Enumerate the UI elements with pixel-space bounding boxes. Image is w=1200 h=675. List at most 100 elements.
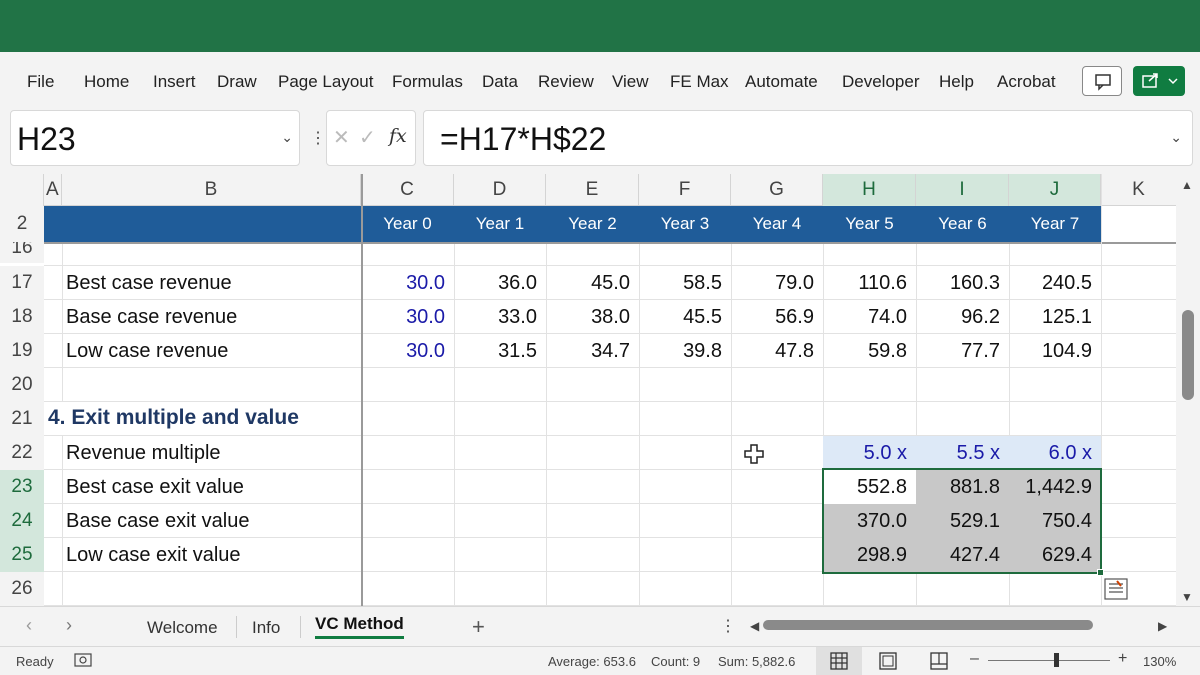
revenue-cell[interactable]: 36.0 (454, 266, 546, 300)
revenue-cell[interactable]: 74.0 (823, 300, 916, 334)
column-header-h[interactable]: H (823, 174, 916, 206)
revenue-cell[interactable]: 125.1 (1009, 300, 1101, 334)
zoom-slider-thumb[interactable] (1054, 653, 1059, 667)
page-break-view-icon[interactable] (930, 652, 948, 675)
revenue-cell[interactable]: 58.5 (639, 266, 731, 300)
column-header-f[interactable]: F (639, 174, 731, 206)
horizontal-scroll-thumb[interactable] (763, 620, 1093, 630)
formula-input[interactable]: =H17*H$22 ⌄ (423, 110, 1193, 166)
normal-view-button[interactable] (816, 647, 862, 675)
revenue-cell[interactable]: 33.0 (454, 300, 546, 334)
multiple-cell[interactable]: 5.0 x (823, 436, 916, 470)
revenue-cell[interactable]: 31.5 (454, 334, 546, 368)
revenue-cell[interactable]: 34.7 (546, 334, 639, 368)
enter-check-icon[interactable]: ✓ (359, 125, 376, 150)
scroll-down-icon[interactable]: ▼ (1181, 590, 1193, 604)
multiple-cell[interactable]: 6.0 x (1009, 436, 1101, 470)
menu-developer[interactable]: Developer (842, 72, 920, 92)
column-header-d[interactable]: D (454, 174, 546, 206)
row-label[interactable]: Base case exit value (66, 504, 249, 538)
menu-formulas[interactable]: Formulas (392, 72, 463, 92)
multiple-cell[interactable]: 5.5 x (916, 436, 1009, 470)
chevron-down-icon[interactable]: ⌄ (281, 129, 293, 146)
row-header-19[interactable]: 19 (0, 334, 44, 368)
quick-analysis-icon[interactable] (1104, 578, 1128, 605)
section-title[interactable]: 4. Exit multiple and value (48, 401, 299, 435)
row-header-21[interactable]: 21 (0, 402, 44, 436)
scroll-left-icon[interactable]: ◀ (750, 619, 759, 633)
more-options-icon[interactable]: ⋮ (720, 616, 736, 636)
revenue-cell[interactable]: 77.7 (916, 334, 1009, 368)
revenue-cell[interactable]: 30.0 (361, 266, 454, 300)
row-header-20[interactable]: 20 (0, 368, 44, 402)
sheet-tab-welcome[interactable]: Welcome (147, 618, 218, 638)
fill-handle[interactable] (1097, 569, 1104, 576)
year-header-cell[interactable]: Year 3 (639, 206, 731, 242)
year-header-cell[interactable]: Year 7 (1009, 206, 1101, 242)
page-layout-view-icon[interactable] (879, 652, 897, 675)
revenue-cell[interactable]: 160.3 (916, 266, 1009, 300)
sheet-tab-vc-method[interactable]: VC Method (315, 614, 404, 639)
zoom-out-icon[interactable]: – (970, 650, 979, 668)
share-button[interactable] (1133, 66, 1185, 96)
revenue-cell[interactable]: 96.2 (916, 300, 1009, 334)
sheet-tab-info[interactable]: Info (252, 618, 280, 638)
status-average[interactable]: Average: 653.6 (548, 654, 636, 669)
status-count[interactable]: Count: 9 (651, 654, 700, 669)
revenue-cell[interactable]: 47.8 (731, 334, 823, 368)
row-label[interactable]: Revenue multiple (66, 436, 221, 470)
revenue-cell[interactable]: 59.8 (823, 334, 916, 368)
row-header-2[interactable]: 2 (0, 206, 44, 242)
name-box[interactable]: H23 ⌄ (10, 110, 300, 166)
row-header-17[interactable]: 17 (0, 266, 44, 300)
row-label[interactable]: Best case exit value (66, 470, 244, 504)
zoom-in-icon[interactable]: + (1118, 650, 1127, 668)
next-sheet-icon[interactable]: › (66, 615, 72, 636)
row-header-25[interactable]: 25 (0, 538, 44, 572)
revenue-cell[interactable]: 45.5 (639, 300, 731, 334)
comments-button[interactable] (1082, 66, 1122, 96)
accessibility-icon[interactable] (74, 652, 92, 673)
revenue-cell[interactable]: 104.9 (1009, 334, 1101, 368)
row-label[interactable]: Best case revenue (66, 266, 232, 300)
menu-draw[interactable]: Draw (217, 72, 257, 92)
row-header-26[interactable]: 26 (0, 572, 44, 606)
year-header-cell[interactable]: Year 6 (916, 206, 1009, 242)
prev-sheet-icon[interactable]: ‹ (26, 615, 32, 636)
status-sum[interactable]: Sum: 5,882.6 (718, 654, 795, 669)
menu-automate[interactable]: Automate (745, 72, 818, 92)
row-header-18[interactable]: 18 (0, 300, 44, 334)
column-header-b[interactable]: B (62, 174, 361, 206)
menu-review[interactable]: Review (538, 72, 594, 92)
menu-page-layout[interactable]: Page Layout (278, 72, 373, 92)
row-header-23[interactable]: 23 (0, 470, 44, 504)
zoom-slider[interactable] (988, 660, 1110, 661)
menu-data[interactable]: Data (482, 72, 518, 92)
scroll-right-icon[interactable]: ▶ (1158, 619, 1167, 633)
row-header-22[interactable]: 22 (0, 436, 44, 470)
column-header-j[interactable]: J (1009, 174, 1101, 206)
row-header-24[interactable]: 24 (0, 504, 44, 538)
menu-home[interactable]: Home (84, 72, 129, 92)
menu-help[interactable]: Help (939, 72, 974, 92)
revenue-cell[interactable]: 45.0 (546, 266, 639, 300)
scroll-up-icon[interactable]: ▲ (1181, 178, 1193, 192)
zoom-level[interactable]: 130% (1143, 654, 1176, 669)
revenue-cell[interactable]: 30.0 (361, 300, 454, 334)
row-label[interactable]: Low case exit value (66, 538, 241, 572)
add-sheet-icon[interactable]: + (472, 614, 485, 640)
menu-view[interactable]: View (612, 72, 649, 92)
menu-fe-max[interactable]: FE Max (670, 72, 729, 92)
column-header-a[interactable]: A (44, 174, 62, 206)
revenue-cell[interactable]: 56.9 (731, 300, 823, 334)
revenue-cell[interactable]: 30.0 (361, 334, 454, 368)
column-header-g[interactable]: G (731, 174, 823, 206)
menu-file[interactable]: File (27, 72, 54, 92)
menu-insert[interactable]: Insert (153, 72, 196, 92)
revenue-cell[interactable]: 240.5 (1009, 266, 1101, 300)
year-header-cell[interactable]: Year 2 (546, 206, 639, 242)
select-all-corner[interactable] (0, 174, 44, 206)
year-header-cell[interactable]: Year 4 (731, 206, 823, 242)
row-label[interactable]: Base case revenue (66, 300, 237, 334)
menu-acrobat[interactable]: Acrobat (997, 72, 1056, 92)
